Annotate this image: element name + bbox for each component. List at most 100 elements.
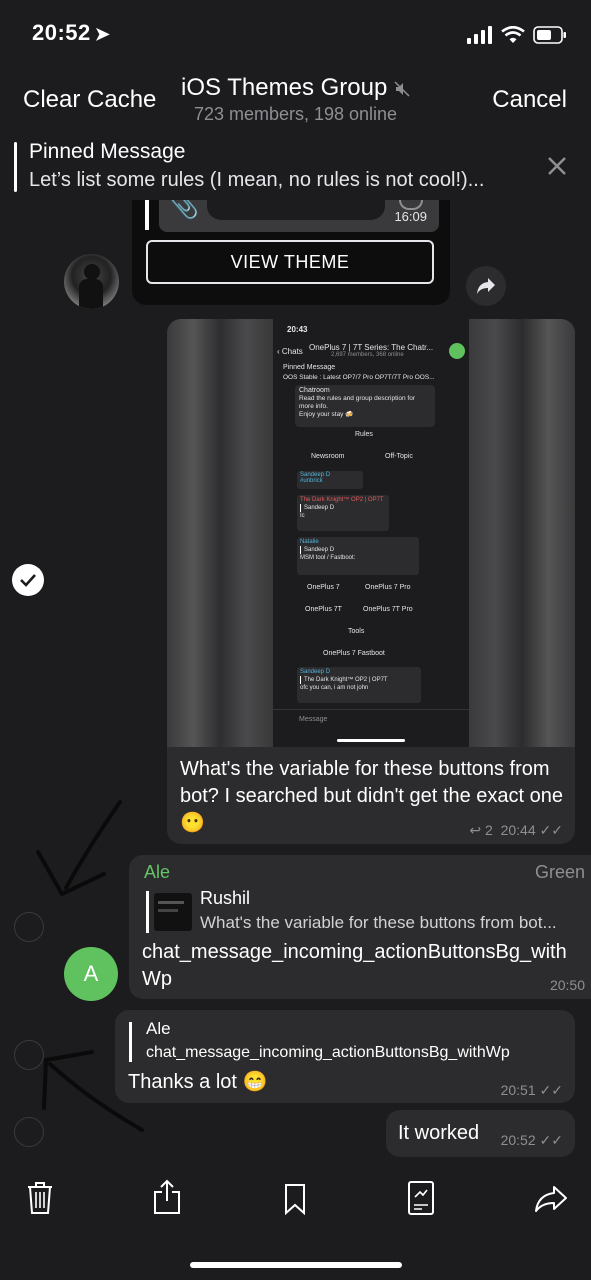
inner-chatroom-enjoy: Enjoy your stay 🍻 [299, 411, 354, 418]
theme-card-time: 16:09 [394, 209, 427, 224]
inner-m3-reply-name: Sandeep D [300, 546, 416, 554]
reply-count: 2 [485, 822, 493, 838]
chat-area: 📎 16:09 VIEW THEME 20:43 ‹ Chats OnePlus… [0, 190, 591, 1165]
wifi-icon [501, 26, 525, 43]
report-button[interactable] [408, 1181, 434, 1215]
mute-icon [394, 81, 410, 97]
thanks-message[interactable]: Ale chat_message_incoming_actionButtonsB… [115, 1010, 575, 1103]
inner-m4-name: Sandeep D [300, 669, 331, 675]
inner-btn-offtopic: Off-Topic [385, 453, 413, 460]
forward-button[interactable] [466, 266, 506, 306]
inner-m1-text: #unbrick [300, 478, 323, 484]
close-icon [548, 157, 566, 175]
close-pinned-button[interactable] [546, 155, 568, 177]
inner-pinned-title: Pinned Message [283, 364, 336, 371]
inner-m3-name: Natalie [300, 539, 319, 545]
inner-b6: OnePlus 7 Fastboot [323, 650, 385, 657]
inner-b3: OnePlus 7T [305, 606, 342, 613]
thanks-text: Thanks a lot 😁 [128, 1071, 268, 1093]
inner-pinned-text: OOS Stable : Latest OP7/7 Pro OP7T/7T Pr… [283, 374, 435, 381]
share-icon [154, 1179, 180, 1214]
signal-icon [467, 26, 492, 44]
screenshot-meta: ↩ 2 20:44 ✓✓ [469, 822, 563, 839]
thanks-reply-bar [129, 1022, 132, 1062]
ale-reply-text: What's the variable for these buttons fr… [200, 913, 557, 932]
forward-icon [477, 278, 495, 294]
ale-message[interactable]: Ale Green Rushil What's the variable for… [129, 855, 591, 999]
inner-b2: OnePlus 7 Pro [365, 584, 411, 591]
location-arrow-icon: ➤ [94, 24, 111, 44]
status-icons [467, 24, 567, 46]
inner-b1: OnePlus 7 [307, 584, 340, 591]
inner-m3-text: MSM tool / Fastboot: [300, 555, 356, 561]
ale-tag: Green [534, 862, 585, 882]
ale-text: chat_message_incoming_actionButtonsBg_wi… [142, 941, 567, 990]
select-circle[interactable] [14, 912, 44, 942]
worked-meta: 20:52 ✓✓ [501, 1132, 563, 1149]
bookmark-icon [285, 1184, 305, 1216]
inner-btn-newsroom: Newsroom [311, 453, 345, 460]
inner-chatroom: Chatroom Read the rules and group descri… [295, 385, 435, 427]
thanks-meta: 20:51 ✓✓ [501, 1082, 563, 1099]
selected-check-icon[interactable] [12, 564, 44, 596]
thanks-reply-name: Ale [146, 1019, 171, 1038]
pinned-text: Let’s list some rules (I mean, no rules … [29, 169, 485, 191]
inner-m2-text: Ic [300, 513, 305, 519]
inner-m4-text: ofc you can, i am not john [300, 685, 369, 691]
delete-button[interactable] [26, 1181, 54, 1215]
inner-home-indicator [337, 739, 405, 742]
battery-icon [533, 26, 566, 44]
trash-icon [28, 1182, 52, 1214]
inner-m4-reply-name: The Dark Knight™ OP2 | OP7T [300, 676, 418, 684]
inner-btn-rules: Rules [355, 431, 373, 438]
worked-time: 20:52 [500, 1132, 536, 1148]
screenshot-message[interactable]: 20:43 ‹ Chats OnePlus 7 | 7T Series: The… [167, 319, 575, 844]
inner-b5: Tools [348, 628, 365, 635]
inner-m2: The Dark Knight™ OP2 | OP7T Sandeep D Ic [297, 495, 389, 531]
sender-avatar[interactable] [64, 254, 119, 309]
inner-m4: Sandeep D The Dark Knight™ OP2 | OP7T of… [297, 667, 421, 703]
inner-back: ‹ Chats [277, 347, 303, 356]
ale-avatar-letter: A [83, 961, 99, 986]
inner-chatroom-title: Chatroom [299, 387, 330, 394]
read-check-icon: ✓✓ [539, 1132, 563, 1148]
inner-input-placeholder: Message [299, 716, 328, 723]
share-button[interactable] [152, 1179, 182, 1215]
forward-selected-button[interactable] [534, 1185, 568, 1213]
forward-icon [535, 1186, 567, 1212]
thanks-time: 20:51 [500, 1082, 536, 1098]
ale-avatar[interactable]: A [64, 947, 118, 1001]
worked-message[interactable]: It worked 20:52 ✓✓ [386, 1110, 575, 1157]
inner-subtitle: 2,697 members, 368 online [331, 352, 404, 358]
inner-title: OnePlus 7 | 7T Series: The Chatr... [309, 343, 434, 352]
inner-m2-name: The Dark Knight™ OP2 | OP7T [300, 497, 384, 503]
thanks-reply-text: chat_message_incoming_actionButtonsBg_wi… [146, 1044, 510, 1061]
ale-reply-bar [146, 891, 149, 933]
blurred-right [469, 319, 575, 747]
inner-m1: Sandeep D #unbrick [297, 471, 363, 489]
ale-time: 20:50 [549, 977, 585, 993]
blurred-left [167, 319, 273, 747]
cancel-button[interactable]: Cancel [492, 86, 567, 114]
inner-m3: Natalie Sandeep D MSM tool / Fastboot: [297, 537, 419, 575]
inner-b4: OnePlus 7T Pro [363, 606, 413, 613]
home-indicator [190, 1262, 402, 1268]
document-icon [408, 1181, 434, 1215]
worked-text: It worked [398, 1122, 480, 1144]
inner-chatroom-text: Read the rules and group description for… [299, 395, 415, 410]
inner-screenshot: 20:43 ‹ Chats OnePlus 7 | 7T Series: The… [273, 319, 469, 747]
inner-avatar [449, 343, 465, 359]
select-circle[interactable] [14, 1117, 44, 1147]
theme-card: 📎 16:09 VIEW THEME [132, 190, 450, 305]
save-button[interactable] [284, 1183, 306, 1216]
screenshot-time: 20:44 [500, 822, 536, 838]
read-check-icon: ✓✓ [539, 822, 563, 838]
ale-reply-thumb [154, 893, 192, 931]
pinned-title: Pinned Message [29, 140, 186, 163]
reply-count-icon: ↩ [469, 822, 482, 838]
select-circle[interactable] [14, 1040, 44, 1070]
ale-sender: Ale [144, 862, 171, 882]
inner-m2-reply-name: Sandeep D [300, 504, 386, 512]
view-theme-button[interactable]: VIEW THEME [146, 240, 434, 284]
ale-reply-name: Rushil [200, 888, 251, 908]
